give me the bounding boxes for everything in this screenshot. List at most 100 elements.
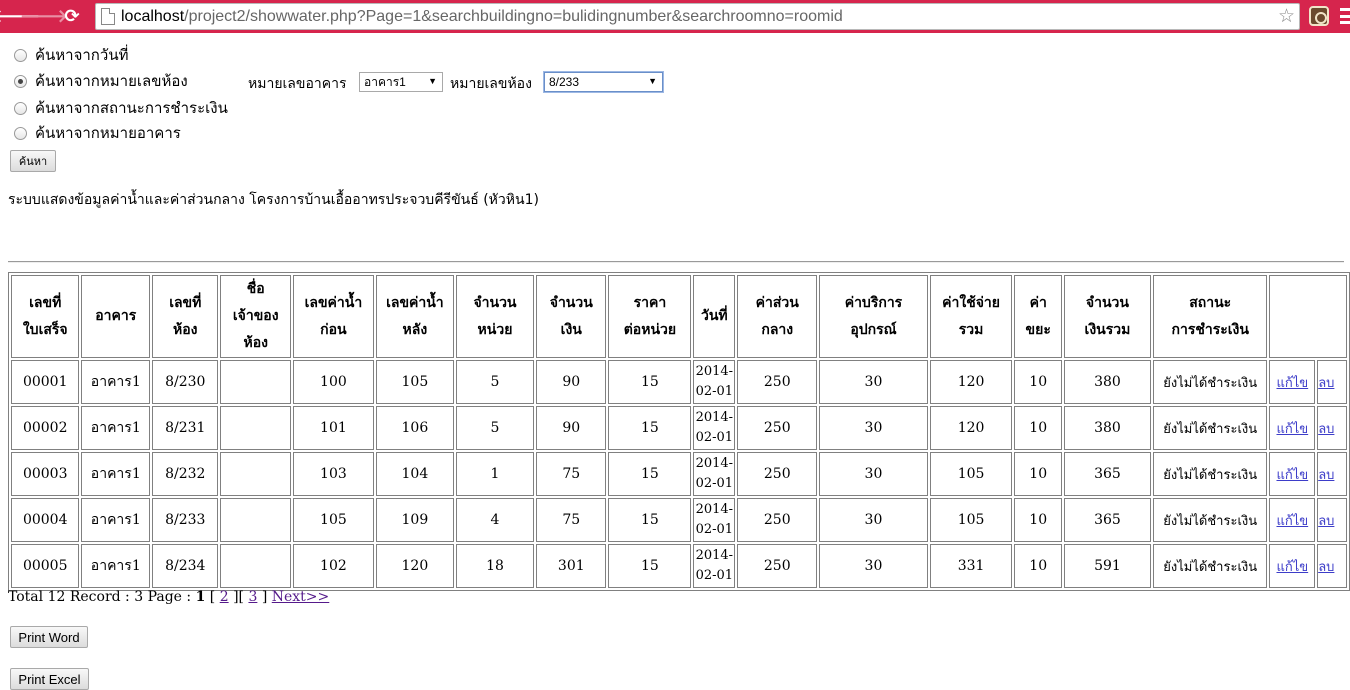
cell-service: 30: [819, 360, 928, 404]
browser-toolbar: 🡐 🡒 ⟳ localhost/project2/showwater.php?P…: [0, 0, 1350, 33]
cell-owner: [220, 360, 291, 404]
search-option-date[interactable]: ค้นหาจากวันที่: [14, 44, 128, 66]
search-button[interactable]: ค้นหา: [10, 150, 56, 172]
cell-delete: ลบ: [1317, 406, 1347, 450]
delete-link[interactable]: ลบ: [1318, 422, 1334, 437]
cell-room: 8/234: [152, 544, 219, 588]
page-icon: [101, 8, 115, 25]
reload-icon[interactable]: ⟳: [58, 0, 86, 33]
cell-grand-total: 365: [1063, 452, 1151, 496]
edit-link[interactable]: แก้ไข: [1276, 560, 1308, 575]
menu-icon[interactable]: [1340, 8, 1350, 24]
cell-price: 15: [608, 452, 692, 496]
radio-button[interactable]: [14, 48, 27, 62]
cell-service: 30: [819, 452, 928, 496]
print-word-button[interactable]: Print Word: [10, 626, 88, 648]
page-link-2[interactable]: 2: [220, 589, 229, 605]
cell-grand-total: 380: [1063, 406, 1151, 450]
cell-owner: [220, 544, 291, 588]
cell-garbage: 10: [1014, 452, 1062, 496]
cell-status: ยังไม่ได้ชำระเงิน: [1152, 544, 1268, 588]
bookmark-star-icon[interactable]: ☆: [1278, 5, 1295, 27]
cell-garbage: 10: [1014, 544, 1062, 588]
search-option-label: ค้นหาจากสถานะการชำระเงิน: [35, 99, 228, 117]
cell-status: ยังไม่ได้ชำระเงิน: [1152, 360, 1268, 404]
cell-units: 5: [455, 360, 535, 404]
edit-link[interactable]: แก้ไข: [1276, 422, 1308, 437]
cell-building: อาคาร1: [81, 452, 151, 496]
cell-status: ยังไม่ได้ชำระเงิน: [1152, 406, 1268, 450]
next-page-link[interactable]: Next>>: [272, 589, 330, 605]
radio-button-checked[interactable]: [14, 74, 27, 88]
edit-link[interactable]: แก้ไข: [1276, 468, 1308, 483]
cell-owner: [220, 406, 291, 450]
cell-units: 4: [455, 498, 535, 542]
cell-common: 250: [737, 498, 818, 542]
cell-common: 250: [737, 452, 818, 496]
cell-after: 104: [375, 452, 454, 496]
cell-units: 1: [455, 452, 535, 496]
cell-common: 250: [737, 544, 818, 588]
col-header: วันที่: [693, 275, 736, 358]
cell-service: 30: [819, 544, 928, 588]
search-option-payment-status[interactable]: ค้นหาจากสถานะการชำระเงิน: [14, 97, 228, 119]
cell-building: อาคาร1: [81, 406, 151, 450]
cell-edit: แก้ไข: [1269, 452, 1316, 496]
search-option-room[interactable]: ค้นหาจากหมายเลขห้อง: [14, 70, 188, 92]
extension-camera-icon[interactable]: [1309, 6, 1329, 26]
cell-before: 101: [292, 406, 374, 450]
col-header: จำนวน เงิน: [536, 275, 607, 358]
cell-after: 105: [375, 360, 454, 404]
cell-owner: [220, 452, 291, 496]
cell-total-cost: 331: [929, 544, 1013, 588]
print-excel-button[interactable]: Print Excel: [10, 668, 89, 690]
cell-before: 105: [292, 498, 374, 542]
delete-link[interactable]: ลบ: [1318, 514, 1334, 529]
cell-units: 5: [455, 406, 535, 450]
search-option-label: ค้นหาจากหมายอาคาร: [35, 124, 181, 142]
cell-after: 109: [375, 498, 454, 542]
current-page: 1: [195, 589, 206, 605]
room-select[interactable]: 8/233 ▼: [544, 72, 663, 92]
cell-service: 30: [819, 406, 928, 450]
col-header: จำนวน หน่วย: [455, 275, 535, 358]
cell-status: ยังไม่ได้ชำระเงิน: [1152, 452, 1268, 496]
delete-link[interactable]: ลบ: [1318, 468, 1334, 483]
forward-icon[interactable]: 🡒: [20, 0, 68, 33]
building-select[interactable]: อาคาร1 ▼: [359, 72, 443, 92]
cell-edit: แก้ไข: [1269, 406, 1316, 450]
search-option-building[interactable]: ค้นหาจากหมายอาคาร: [14, 122, 181, 144]
cell-amount: 90: [536, 360, 607, 404]
cell-amount: 90: [536, 406, 607, 450]
cell-date: 2014- 02-01: [693, 544, 736, 588]
cell-total-cost: 120: [929, 406, 1013, 450]
url-path: /project2/showwater.php?Page=1&searchbui…: [184, 7, 843, 25]
cell-common: 250: [737, 406, 818, 450]
cell-room: 8/233: [152, 498, 219, 542]
radio-button[interactable]: [14, 101, 27, 115]
table-row: 00004 อาคาร1 8/233 105 109 4 75 15 2014- 02-01 250…: [11, 498, 1347, 542]
cell-total-cost: 105: [929, 452, 1013, 496]
delete-link[interactable]: ลบ: [1318, 376, 1334, 391]
cell-date: 2014- 02-01: [693, 406, 736, 450]
table-row: 00005 อาคาร1 8/234 102 120 18 301 15 2014- 02-01 2…: [11, 544, 1347, 588]
edit-link[interactable]: แก้ไข: [1276, 376, 1308, 391]
address-bar[interactable]: localhost/project2/showwater.php?Page=1&…: [95, 3, 1300, 30]
page-link-3[interactable]: 3: [248, 589, 257, 605]
cell-building: อาคาร1: [81, 498, 151, 542]
room-select-value: 8/233: [549, 75, 580, 89]
cell-before: 100: [292, 360, 374, 404]
delete-link[interactable]: ลบ: [1318, 560, 1334, 575]
col-header: อาคาร: [81, 275, 151, 358]
cell-delete: ลบ: [1317, 452, 1347, 496]
col-header: ค่า ขยะ: [1014, 275, 1062, 358]
building-select-value: อาคาร1: [364, 74, 406, 89]
edit-link[interactable]: แก้ไข: [1276, 514, 1308, 529]
radio-button[interactable]: [14, 126, 27, 140]
search-option-label: ค้นหาจากวันที่: [35, 46, 129, 64]
cell-grand-total: 380: [1063, 360, 1151, 404]
cell-before: 102: [292, 544, 374, 588]
col-header: ค่าส่วน กลาง: [737, 275, 818, 358]
col-header: ค่าใช้จ่าย รวม: [929, 275, 1013, 358]
cell-date: 2014- 02-01: [693, 452, 736, 496]
